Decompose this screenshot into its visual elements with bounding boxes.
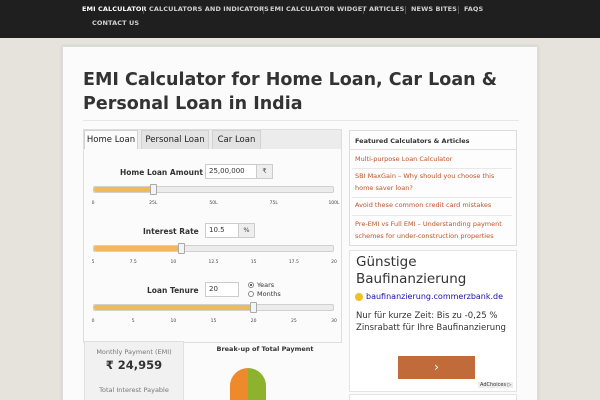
nav-articles[interactable]: ARTICLES	[369, 5, 404, 13]
loan-amount-label: Home Loan Amount	[120, 168, 203, 177]
radio-label: Years	[257, 281, 275, 289]
scale-tick-label: 25L	[149, 201, 158, 206]
ad-arrow-button[interactable]: ›	[398, 356, 475, 379]
scale-tick-label: 5	[91, 260, 95, 265]
interest-rate-label: Interest Rate	[143, 227, 199, 236]
rupee-unit: ₹	[256, 164, 273, 179]
pie-slice-interest	[230, 368, 248, 400]
ad-favicon-icon	[355, 293, 363, 301]
nav-divider	[263, 6, 264, 14]
featured-link[interactable]: Pre-EMI vs Full EMI – Understanding paym…	[355, 219, 513, 242]
featured-title: Featured Calculators & Articles	[355, 137, 470, 145]
nav-calculators-and-indicators[interactable]: CALCULATORS AND INDICATORS	[149, 5, 269, 13]
scale-tick-label: 17.5	[288, 260, 299, 265]
loan-tenure-label: Loan Tenure	[147, 286, 199, 295]
tab-home-loan[interactable]: Home Loan	[84, 130, 138, 150]
adchoices-badge[interactable]: AdChoices ▷	[478, 382, 514, 388]
pie-slice-principal	[248, 368, 266, 400]
interest-rate-input[interactable]: 10.5	[205, 223, 239, 238]
nav-emi-calculator[interactable]: EMI CALCULATOR	[82, 5, 147, 13]
featured-link[interactable]: SBI MaxGain – Why should you choose this…	[355, 171, 513, 194]
scale-tick-label: 0	[91, 201, 95, 206]
scale-tick-label: 12.5	[208, 260, 219, 265]
emi-value: ₹ 24,959	[105, 358, 163, 372]
slider-fill	[94, 305, 254, 310]
scale-tick-label: 0	[91, 319, 95, 324]
radio-label: Months	[257, 290, 281, 298]
top-navigation: EMI CALCULATOR CALCULATORS AND INDICATOR…	[0, 0, 600, 38]
scale-tick-label: 100L	[328, 201, 340, 206]
loan-amount-input[interactable]: 25,00,000	[205, 164, 257, 179]
page-title: EMI Calculator for Home Loan, Car Loan &…	[83, 68, 523, 116]
tenure-months-radio[interactable]: Months	[248, 290, 281, 298]
ad-headline[interactable]: Günstige Baufinanzierung	[356, 254, 466, 288]
nav-contact-us[interactable]: CONTACT US	[92, 19, 139, 27]
radio-selected-icon	[248, 282, 254, 288]
scale-tick-label: 75L	[269, 201, 278, 206]
page-title-line: EMI Calculator for Home Loan, Car Loan &	[83, 70, 497, 90]
featured-link-divider	[352, 168, 512, 169]
loan-amount-slider[interactable]	[93, 184, 334, 195]
scale-tick-label: 7.5	[129, 260, 137, 265]
scale-tick-label: 25	[290, 319, 297, 324]
scale-tick-label: 10	[170, 260, 177, 265]
scale-tick-label: 30	[331, 319, 337, 324]
ad-headline-line: Günstige	[356, 254, 417, 270]
ad-url[interactable]: baufinanzierung.commerzbank.de	[366, 292, 503, 301]
featured-link-divider	[352, 215, 512, 216]
tenure-years-radio[interactable]: Years	[248, 281, 274, 289]
slider-fill	[94, 187, 154, 192]
loan-tenure-input[interactable]: 20	[205, 282, 239, 297]
nav-news-bites[interactable]: NEWS BITES	[411, 5, 457, 13]
page-title-line: Personal Loan in India	[83, 94, 303, 114]
loan-tenure-slider[interactable]	[93, 302, 334, 313]
nav-divider	[363, 6, 364, 14]
slider-handle[interactable]	[150, 184, 158, 195]
ad-body-text: Nur für kurze Zeit: Bis zu -0,25 % Zinsr…	[356, 311, 506, 333]
slider-fill	[94, 246, 182, 251]
payment-breakup-pie	[230, 368, 266, 400]
nav-divider	[405, 6, 406, 14]
scale-tick-label: 20	[250, 319, 257, 324]
nav-divider	[143, 6, 144, 14]
breakup-chart-title: Break-up of Total Payment	[216, 345, 314, 353]
percent-unit: %	[238, 223, 255, 238]
advertisement-secondary	[349, 394, 517, 400]
nav-faqs[interactable]: FAQS	[464, 5, 483, 13]
interest-rate-slider[interactable]	[93, 243, 334, 254]
scale-tick-label: 5	[131, 319, 135, 324]
featured-link[interactable]: Avoid these common credit card mistakes	[355, 200, 515, 212]
scale-tick-label: 15	[250, 260, 257, 265]
scale-tick-label: 20	[331, 260, 337, 265]
slider-handle[interactable]	[249, 302, 257, 313]
title-divider	[83, 120, 519, 121]
featured-link[interactable]: Multi-purpose Loan Calculator	[355, 154, 515, 166]
tab-personal-loan[interactable]: Personal Loan	[141, 130, 209, 149]
ad-headline-line: Baufinanzierung	[356, 271, 467, 287]
nav-emi-calculator-widget[interactable]: EMI CALCULATOR WIDGET	[270, 5, 367, 13]
radio-unselected-icon	[248, 291, 254, 297]
scale-tick-label: 15	[210, 319, 217, 324]
total-interest-label: Total Interest Payable	[99, 386, 169, 394]
slider-handle[interactable]	[178, 243, 186, 254]
featured-link-divider	[352, 197, 512, 198]
emi-label: Monthly Payment (EMI)	[96, 348, 172, 356]
scale-tick-label: 50L	[209, 201, 218, 206]
scale-tick-label: 10	[170, 319, 177, 324]
nav-divider	[458, 6, 459, 14]
tab-car-loan[interactable]: Car Loan	[212, 130, 261, 149]
featured-divider	[349, 149, 517, 150]
